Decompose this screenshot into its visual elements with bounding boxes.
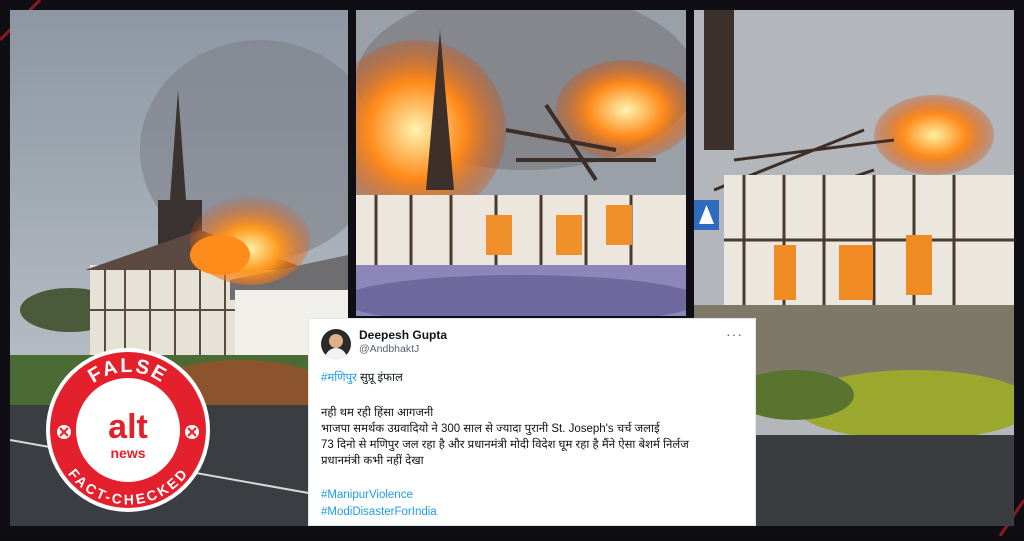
more-horizontal-icon[interactable]: ··· (726, 326, 743, 342)
tweet-line-2: नही थम रही हिंसा आगजनी (321, 407, 434, 419)
tweet-line-4: 73 दिनो से मणिपुर जल रहा है और प्रधानमंत… (321, 439, 689, 451)
tweet-line-5: प्रधानमंत्री कभी नहीं देखा (321, 455, 424, 467)
tweet-line-1: #मणिपुर सुप्रू इंफाल (321, 370, 403, 385)
tweet-line-3: भाजपा समर्थक उग्रवादियो ने 300 साल से ज्… (321, 423, 660, 435)
tweet-line-1-text: सुप्रू इंफाल (356, 372, 403, 384)
author-name[interactable]: Deepesh Gupta (359, 328, 447, 342)
logo-alt: alt (108, 408, 148, 446)
logo-news: news (110, 445, 145, 461)
hashtag-manipur[interactable]: #मणिपुर (321, 372, 357, 384)
tweet-card: Deepesh Gupta @AndbhaktJ ··· #मणिपुर सुप… (308, 318, 756, 526)
author-handle[interactable]: @AndbhaktJ (359, 343, 419, 355)
photo-church-fire-2 (356, 10, 686, 316)
hashtag-manipur-violence[interactable]: #ManipurViolence (321, 489, 413, 501)
avatar[interactable] (321, 329, 351, 359)
fact-check-badge: FALSE FACT-CHECKED alt news (44, 346, 212, 514)
hashtag-modi-disaster[interactable]: #ModiDisasterForIndia (321, 506, 437, 518)
